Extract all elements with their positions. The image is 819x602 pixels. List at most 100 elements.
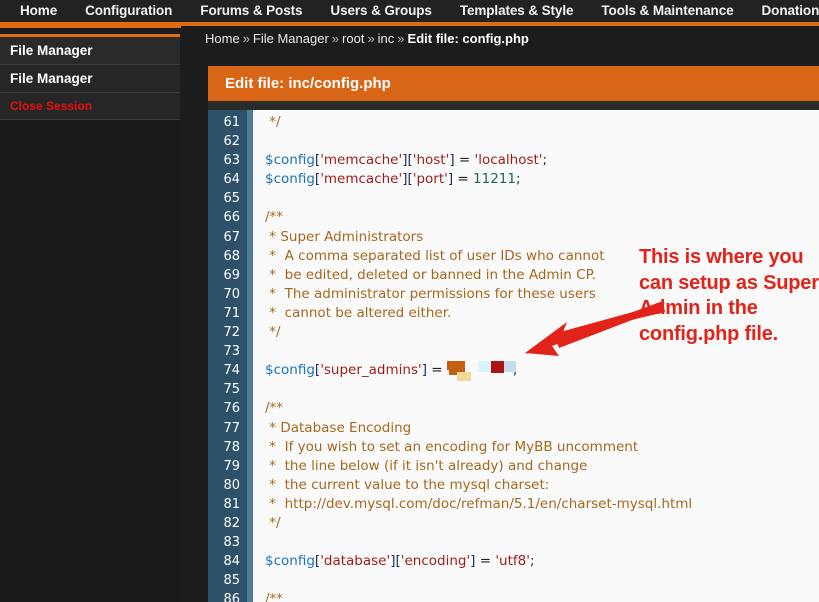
code-token: ;: [515, 171, 521, 188]
top-navigation-bar: Home Configuration Forums & Posts Users & G…: [0, 0, 819, 25]
code-token: * The administrator permissions for thes…: [265, 285, 596, 302]
code-line: * http://dev.mysql.com/doc/refman/5.1/en…: [265, 495, 819, 514]
breadcrumb-item-root[interactable]: root: [342, 31, 364, 46]
sidebar-item-close-session[interactable]: Close Session: [0, 93, 180, 120]
code-line: * the current value to the mysql charset…: [265, 476, 819, 495]
line-number: 65: [223, 191, 240, 207]
code-line: * cannot be altered either.: [265, 304, 819, 323]
sidebar-item-file-manager[interactable]: File Manager: [0, 65, 180, 93]
line-number: 86: [223, 592, 240, 602]
code-token: ;: [529, 553, 535, 570]
code-token: ]: [449, 152, 459, 169]
code-token: * be edited, deleted or banned in the Ad…: [265, 266, 596, 283]
sidebar-header: File Manager: [0, 37, 180, 65]
code-line: $config['memcache']['host'] = 'localhost…: [265, 151, 819, 170]
nav-item-configuration[interactable]: Configuration: [71, 0, 186, 22]
code-token: /**: [265, 209, 284, 226]
breadcrumb-separator: »: [367, 31, 375, 46]
line-number: 84: [223, 554, 240, 570]
line-number: 68: [223, 248, 240, 264]
breadcrumb-item-inc[interactable]: inc: [378, 31, 395, 46]
line-number: 74: [223, 363, 240, 379]
code-editor[interactable]: 61 62 63 64 65 66 67 68 69 70 71 72 73 74 75 76 77 78 79 80…: [208, 110, 819, 602]
code-token: * Database Encoding: [265, 419, 412, 436]
code-line: * If you wish to set an encoding for MyB…: [265, 438, 819, 457]
code-text-area[interactable]: */ $config['memcache']['host'] = 'localh…: [253, 110, 819, 602]
breadcrumb-separator: »: [397, 31, 405, 46]
breadcrumb-current: Edit file: config.php: [407, 31, 529, 46]
code-token: $config: [265, 553, 315, 570]
code-line: /**: [265, 208, 819, 227]
code-token: * cannot be altered either.: [265, 304, 452, 321]
panel-title: Edit file: inc/config.php: [208, 66, 819, 101]
line-number: 79: [223, 458, 240, 474]
line-number: 78: [223, 439, 240, 455]
line-number: 85: [223, 573, 240, 589]
main-content: Home» File Manager» root» inc» Edit file: co…: [181, 26, 819, 602]
breadcrumb-separator: »: [331, 31, 340, 46]
breadcrumb-item-file-manager[interactable]: File Manager: [253, 31, 329, 46]
nav-item-donations[interactable]: Donations: [748, 0, 819, 22]
line-number: 75: [223, 382, 240, 398]
code-token: ]: [421, 362, 432, 379]
breadcrumb: Home» File Manager» root» inc» Edit file: co…: [181, 26, 819, 52]
code-line: */: [265, 514, 819, 533]
nav-item-tools-maintenance[interactable]: Tools & Maintenance: [587, 0, 747, 22]
top-navigation-list: Home Configuration Forums & Posts Users & G…: [0, 0, 819, 22]
breadcrumb-separator: »: [242, 31, 250, 46]
line-number: 69: [223, 267, 240, 283]
code-line: * Super Administrators: [265, 228, 819, 247]
code-token: 'super_admins': [320, 362, 422, 379]
code-line: $config['memcache']['port'] = 11211;: [265, 170, 819, 189]
code-token: ]: [447, 171, 458, 188]
line-number: 61: [223, 115, 240, 130]
code-token: * the current value to the mysql charset…: [265, 476, 550, 493]
nav-item-forums-posts[interactable]: Forums & Posts: [186, 0, 316, 22]
line-number: 67: [223, 229, 240, 245]
code-line: /**: [265, 399, 819, 418]
redacted-value-block: [446, 361, 516, 382]
line-number: 70: [223, 286, 240, 302]
code-token: 'utf8': [495, 553, 530, 570]
line-number: 72: [223, 325, 240, 341]
code-token: * If you wish to set an encoding for MyB…: [265, 438, 639, 455]
edit-file-panel: Edit file: inc/config.php 61 62 63 64 65 66 67…: [208, 66, 819, 602]
code-token: 'host': [412, 152, 450, 169]
breadcrumb-item-home[interactable]: Home: [205, 31, 240, 46]
code-token: * the line below (if it isn't already) a…: [265, 457, 588, 474]
code-token: 'database': [320, 553, 391, 570]
line-number: 64: [223, 172, 240, 188]
code-token: $config: [265, 362, 315, 379]
code-token: 'encoding': [400, 553, 471, 570]
nav-item-users-groups[interactable]: Users & Groups: [316, 0, 445, 22]
code-token: /**: [265, 400, 284, 417]
redaction-pixel-block: [456, 372, 471, 382]
code-token: */: [265, 324, 281, 341]
line-number: 83: [223, 535, 240, 551]
line-number: 73: [223, 344, 240, 360]
line-number: 82: [223, 515, 240, 531]
line-number: 62: [223, 134, 240, 150]
line-number: 77: [223, 420, 240, 436]
code-token: 'memcache': [320, 171, 403, 188]
code-line: * Database Encoding: [265, 419, 819, 438]
code-token: * Super Administrators: [265, 228, 424, 245]
nav-item-home[interactable]: Home: [6, 0, 71, 22]
code-token: 'localhost': [474, 152, 543, 169]
line-number: 66: [223, 210, 240, 226]
line-number-gutter: 61 62 63 64 65 66 67 68 69 70 71 72 73 74 75 76 77 78 79 80…: [208, 110, 253, 602]
code-line: */: [265, 323, 819, 342]
code-token: ][: [390, 553, 401, 570]
code-line: $config['super_admins'] = ;: [265, 361, 819, 382]
code-token: * A comma separated list of user IDs who…: [265, 247, 605, 264]
code-token: ;: [542, 152, 548, 169]
code-line: * The administrator permissions for thes…: [265, 285, 819, 304]
redaction-pixel-block: [477, 361, 491, 373]
code-line: $config['database']['encoding'] = 'utf8'…: [265, 552, 819, 571]
code-token: =: [479, 553, 496, 570]
nav-item-templates-style[interactable]: Templates & Style: [446, 0, 588, 22]
code-line: /**: [265, 590, 819, 602]
